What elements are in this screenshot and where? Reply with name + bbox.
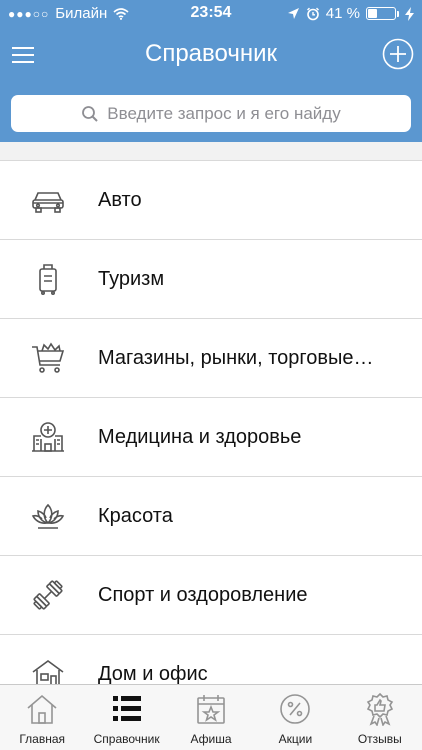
tab-home[interactable]: Главная bbox=[0, 685, 84, 750]
category-label: Магазины, рынки, торговые… bbox=[98, 346, 374, 369]
shopping-cart-icon bbox=[32, 342, 65, 373]
category-label: Дом и офис bbox=[98, 662, 208, 685]
tab-label: Афиша bbox=[190, 732, 232, 746]
tab-label: Справочник bbox=[93, 732, 160, 746]
charging-bolt-icon bbox=[405, 6, 414, 21]
tab-label: Главная bbox=[19, 732, 66, 746]
battery-tip bbox=[397, 10, 399, 17]
category-item-medicine[interactable]: Медицина и здоровье bbox=[0, 398, 422, 477]
dumbbell-icon bbox=[33, 580, 63, 610]
category-item-auto[interactable]: Авто bbox=[0, 161, 422, 240]
category-label: Туризм bbox=[98, 267, 165, 290]
house-icon bbox=[32, 660, 64, 686]
car-icon bbox=[32, 192, 64, 213]
percent-icon bbox=[280, 694, 311, 724]
category-item-sport[interactable]: Спорт и оздоровление bbox=[0, 556, 422, 635]
category-label: Красота bbox=[98, 504, 173, 527]
suitcase-icon bbox=[39, 264, 57, 295]
category-list: Авто Туризм Магазины, рынки, торговые… М… bbox=[0, 160, 422, 686]
add-circle-icon[interactable] bbox=[382, 38, 414, 70]
award-thumb-icon bbox=[366, 692, 393, 726]
category-label: Авто bbox=[98, 188, 142, 211]
tab-events[interactable]: Афиша bbox=[169, 685, 253, 750]
tab-reviews[interactable]: Отзывы bbox=[338, 685, 422, 750]
category-item-tourism[interactable]: Туризм bbox=[0, 240, 422, 319]
hospital-icon bbox=[32, 422, 64, 452]
home-icon bbox=[27, 694, 57, 724]
battery-percent: 41 % bbox=[325, 5, 360, 22]
status-bar: ●●●○○ Билайн 23:54 41 % bbox=[0, 0, 422, 28]
list-icon bbox=[112, 696, 141, 721]
battery-icon bbox=[366, 7, 396, 20]
category-label: Медицина и здоровье bbox=[98, 425, 302, 448]
search-icon bbox=[82, 105, 99, 122]
navigation-bar: Справочник bbox=[0, 30, 422, 82]
category-label: Спорт и оздоровление bbox=[98, 583, 308, 606]
page-title: Справочник bbox=[145, 40, 277, 67]
search-placeholder: Введите запрос и я его найду bbox=[107, 103, 341, 123]
location-arrow-icon bbox=[287, 8, 299, 19]
header: ●●●○○ Билайн 23:54 41 % Справочник Введи… bbox=[0, 0, 422, 142]
calendar-star-icon bbox=[197, 695, 225, 724]
tab-bar: Главная Справочник Афиша Акции Отзывы bbox=[0, 684, 422, 750]
tab-directory[interactable]: Справочник bbox=[84, 685, 168, 750]
category-item-home-office[interactable]: Дом и офис bbox=[0, 635, 422, 686]
category-item-beauty[interactable]: Красота bbox=[0, 477, 422, 556]
lotus-icon bbox=[31, 503, 65, 529]
tab-promotions[interactable]: Акции bbox=[253, 685, 337, 750]
alarm-icon bbox=[306, 7, 319, 20]
tab-label: Отзывы bbox=[357, 732, 402, 746]
tab-label: Акции bbox=[278, 732, 313, 746]
category-item-shops[interactable]: Магазины, рынки, торговые… bbox=[0, 319, 422, 398]
search-input[interactable]: Введите запрос и я его найду bbox=[11, 95, 411, 132]
